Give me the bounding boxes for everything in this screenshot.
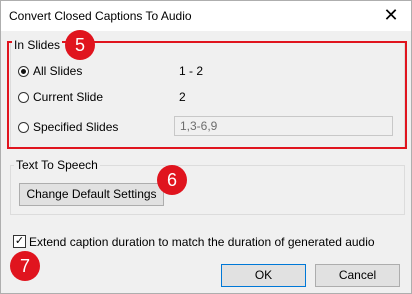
current-slide-number: 2 [179,90,186,104]
dialog-window: Convert Closed Captions To Audio ✕ In Sl… [0,0,412,294]
radio-button[interactable] [18,91,29,103]
text-to-speech-label: Text To Speech [14,158,100,172]
step-badge-6: 6 [157,165,187,195]
radio-all-slides[interactable]: All Slides [18,64,82,78]
specified-slides-input[interactable]: 1,3-6,9 [174,116,393,136]
title-bar[interactable]: Convert Closed Captions To Audio ✕ [1,1,411,31]
step-badge-7: 7 [10,251,40,281]
change-default-settings-button[interactable]: Change Default Settings [19,183,164,206]
radio-button[interactable] [18,65,29,77]
close-icon[interactable]: ✕ [381,5,401,25]
extend-duration-label: Extend caption duration to match the dur… [29,235,375,249]
radio-button[interactable] [18,121,29,133]
radio-label: All Slides [33,64,83,78]
radio-label: Specified Slides [33,120,119,134]
dialog-title: Convert Closed Captions To Audio [9,9,192,23]
radio-label: Current Slide [33,90,104,104]
step-badge-5: 5 [65,30,95,60]
ok-button[interactable]: OK [221,264,306,287]
radio-current-slide[interactable]: Current Slide [18,90,103,104]
in-slides-label: In Slides [12,38,63,52]
radio-specified-slides[interactable]: Specified Slides [18,120,118,134]
extend-duration-checkbox[interactable]: ✓ [13,235,26,248]
all-slides-range: 1 - 2 [179,64,204,78]
cancel-button[interactable]: Cancel [315,264,400,287]
